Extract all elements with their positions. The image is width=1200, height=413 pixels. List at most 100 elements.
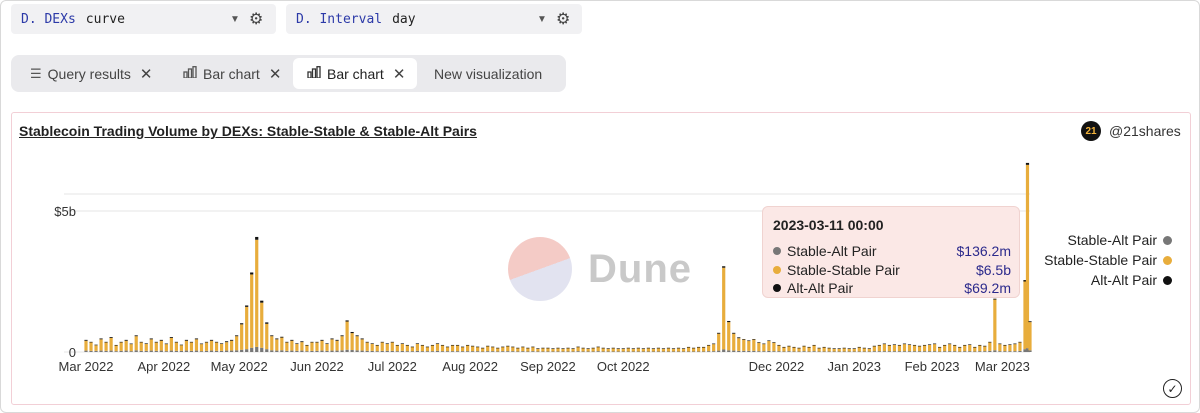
bar-alt-alt [747, 340, 751, 342]
bar-alt-alt [194, 338, 199, 340]
bar-stable-stable [84, 340, 88, 351]
legend-label: Stable-Stable Pair [1044, 252, 1157, 268]
bar-alt-alt [646, 347, 650, 349]
bar-stable-alt [199, 351, 204, 352]
tab-new-visualization[interactable]: New visualization [434, 58, 542, 89]
bar-stable-stable [938, 347, 942, 352]
bar-stable-alt [360, 350, 364, 352]
bar-stable-alt [395, 351, 399, 352]
bar-alt-alt [390, 341, 394, 343]
chevron-down-icon[interactable]: ▼ [537, 14, 547, 25]
bar-stable-stable [139, 342, 143, 351]
bar-alt-alt [531, 346, 535, 348]
bar-stable-alt [260, 347, 264, 352]
bar-alt-alt [350, 331, 354, 334]
param-interval[interactable]: D. Interval day ▼ ⚙ [286, 4, 582, 34]
bar-stable-alt [330, 350, 334, 352]
bar-stable-alt [927, 351, 932, 352]
bar-stable-alt [511, 351, 515, 352]
bar-stable-stable [280, 337, 284, 351]
bar-alt-alt [897, 344, 902, 346]
bar-stable-stable [345, 321, 349, 350]
bar-stable-stable [320, 340, 324, 351]
bar-stable-stable [179, 345, 184, 351]
bar-stable-alt [752, 350, 756, 352]
gear-icon[interactable]: ⚙ [249, 9, 263, 29]
bar-alt-alt [466, 344, 470, 346]
bar-stable-alt [521, 351, 525, 352]
close-icon[interactable]: ✕ [269, 65, 282, 83]
bar-alt-alt [812, 344, 816, 346]
tab-bar-chart[interactable]: Bar chart ✕ [183, 58, 281, 89]
bar-alt-alt [1003, 344, 1007, 346]
bar-stable-stable [330, 339, 334, 351]
bar-stable-stable [420, 345, 425, 352]
bar-alt-alt [943, 344, 947, 346]
param-interval-value[interactable]: day [392, 12, 415, 27]
bar-stable-alt [581, 351, 585, 353]
bar-stable-stable [350, 333, 354, 351]
bar-alt-alt [290, 339, 294, 341]
tab-query-results[interactable]: ☰ Query results ✕ [30, 58, 152, 89]
bar-alt-alt [631, 348, 635, 349]
bar-stable-stable [99, 339, 103, 351]
bar-stable-stable [631, 348, 635, 352]
bar-alt-alt [400, 343, 404, 344]
bar-alt-alt [506, 345, 510, 347]
bar-stable-alt [1018, 350, 1022, 352]
bar-stable-stable [857, 347, 861, 352]
bar-stable-stable [360, 339, 364, 351]
bar-stable-alt [857, 351, 861, 353]
bar-stable-stable [486, 346, 490, 352]
bar-alt-alt [722, 266, 726, 268]
bar-stable-stable [877, 345, 881, 352]
tab-bar-chart-active[interactable]: Bar chart ✕ [293, 58, 417, 89]
param-dexs-value[interactable]: curve [86, 12, 125, 27]
bar-stable-stable [224, 342, 229, 351]
close-icon[interactable]: ✕ [393, 65, 406, 83]
bar-stable-stable [270, 336, 274, 351]
bar-stable-alt [968, 351, 972, 352]
legend-item-stable-alt[interactable]: Stable-Alt Pair [1040, 230, 1172, 250]
param-dexs[interactable]: D. DEXs curve ▼ ⚙ [11, 4, 276, 34]
bar-stable-stable [546, 348, 550, 352]
bar-stable-alt [471, 351, 475, 352]
tooltip-label: Alt-Alt Pair [787, 280, 854, 296]
bar-alt-alt [230, 339, 234, 341]
bar-stable-alt [275, 350, 279, 352]
bar-stable-stable [958, 347, 962, 352]
close-icon[interactable]: ✕ [140, 65, 153, 83]
bar-stable-stable [159, 340, 163, 351]
chart-title[interactable]: Stablecoin Trading Volume by DEXs: Stabl… [19, 123, 477, 139]
bar-stable-stable [1018, 342, 1022, 351]
bar-alt-alt [626, 347, 630, 349]
bar-stable-alt [119, 350, 123, 352]
chevron-down-icon[interactable]: ▼ [230, 14, 240, 25]
author-credit[interactable]: 21 @21shares [1081, 121, 1181, 141]
bar-stable-alt [631, 351, 635, 353]
bar-stable-stable [395, 345, 399, 352]
bar-alt-alt [922, 344, 927, 346]
legend-item-stable-stable[interactable]: Stable-Stable Pair [1040, 250, 1172, 270]
bar-stable-alt [189, 350, 194, 352]
bar-alt-alt [209, 339, 214, 341]
bar-stable-alt [601, 351, 605, 353]
bar-alt-alt [455, 344, 460, 346]
legend-item-alt-alt[interactable]: Alt-Alt Pair [1040, 270, 1172, 290]
check-circle-icon[interactable]: ✓ [1163, 379, 1182, 398]
bar-alt-alt [616, 348, 620, 349]
bar-stable-alt [757, 351, 761, 352]
bar-stable-stable [686, 347, 691, 352]
bar-stable-alt [571, 351, 575, 353]
bar-stable-alt [611, 351, 615, 353]
bar-stable-stable [104, 342, 108, 351]
bar-alt-alt [305, 344, 309, 346]
bar-stable-alt [787, 351, 791, 352]
bar-stable-stable [375, 345, 379, 352]
bar-chart-canvas[interactable]: 0 $5b Mar 2022 Apr 2022 May 2022 Jun 2022 Jul … [0, 150, 1200, 380]
bar-stable-alt [988, 350, 992, 352]
bar-alt-alt [235, 335, 239, 337]
gear-icon[interactable]: ⚙ [556, 9, 570, 29]
author-logo: 21 [1081, 121, 1101, 141]
bar-alt-alt [792, 346, 796, 348]
